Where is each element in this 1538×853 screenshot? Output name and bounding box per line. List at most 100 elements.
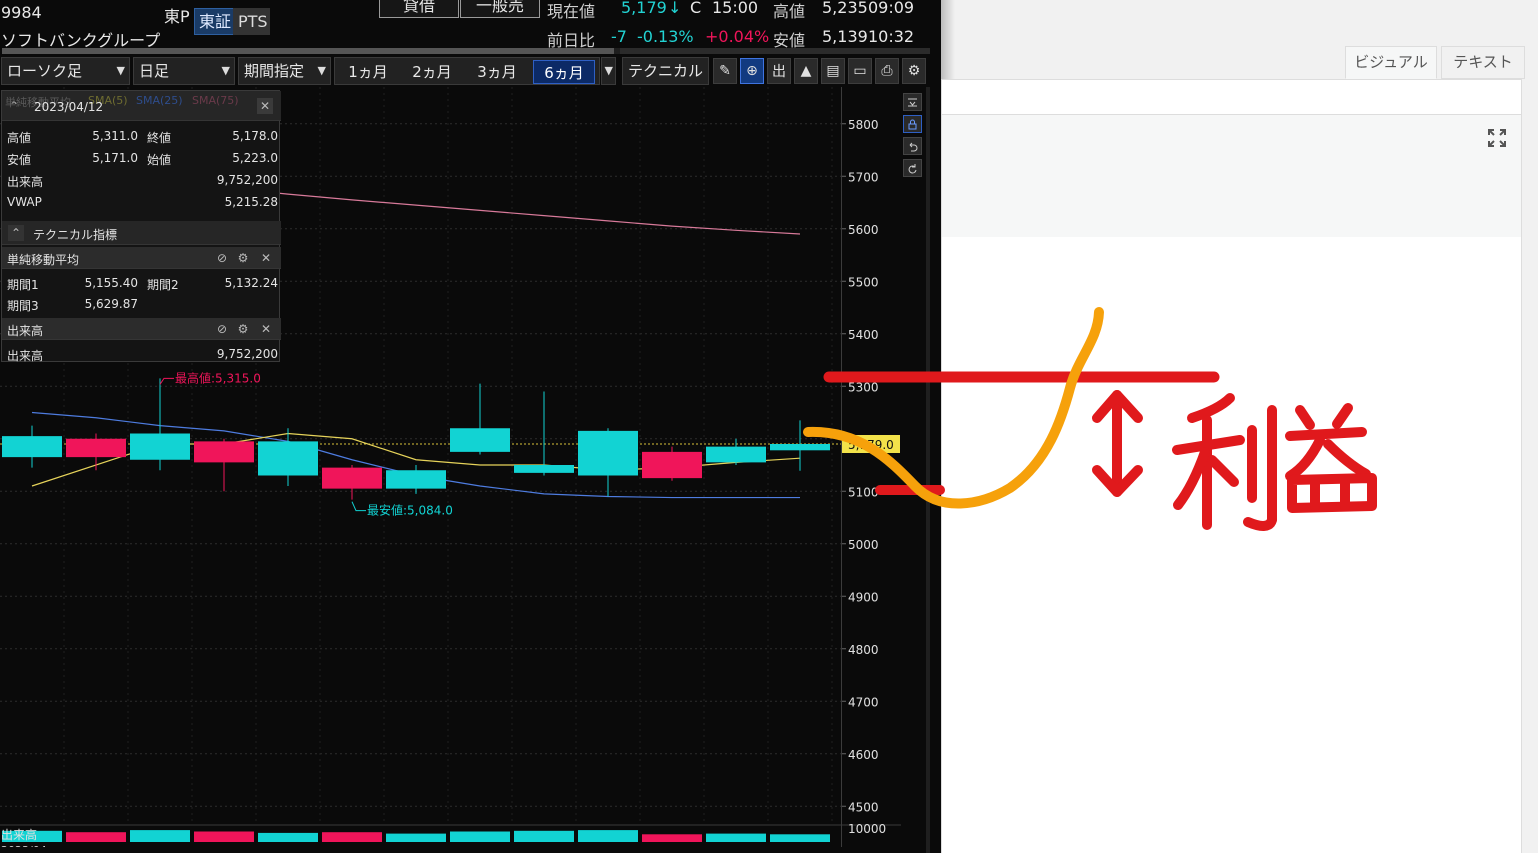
high-value: 5,235: [822, 0, 868, 17]
pts-change-percent: +0.04%: [705, 27, 770, 46]
candle-body[interactable]: [66, 438, 126, 458]
hide-icon[interactable]: ⊘: [214, 321, 230, 337]
volume-bar[interactable]: [386, 833, 446, 842]
save-icon[interactable]: ▤: [821, 58, 845, 84]
info-row-high-close: 高値 5,311.0 終値 5,178.0: [2, 124, 281, 146]
period3-label: 期間3: [7, 299, 39, 313]
candle-body[interactable]: [578, 430, 638, 476]
volume-icon[interactable]: 出: [767, 58, 791, 84]
candle-body[interactable]: [194, 441, 254, 463]
general-sell-button[interactable]: 一般売: [460, 0, 540, 18]
max-marker-icon: [159, 377, 174, 385]
candle-body[interactable]: [258, 441, 318, 476]
close-icon[interactable]: ✕: [257, 98, 273, 114]
chevron-down-icon: ▼: [604, 64, 613, 77]
low-label: 安値: [7, 153, 32, 167]
close-flag: C: [690, 0, 702, 17]
candle-body[interactable]: [2, 436, 62, 458]
header-scrollbar[interactable]: [2, 48, 930, 54]
folder-icon[interactable]: ▭: [848, 58, 872, 84]
period2-label: 期間2: [147, 278, 179, 292]
reset-icon[interactable]: [903, 159, 922, 177]
period1-value: 5,155.40: [84, 276, 138, 290]
axis-tick-label: 5800: [848, 118, 879, 132]
candle-body[interactable]: [642, 451, 702, 479]
high-value: 5,311.0: [92, 129, 138, 143]
gear-icon[interactable]: ⚙: [235, 321, 251, 337]
pencil-icon[interactable]: ✎: [713, 58, 737, 84]
range-1m[interactable]: 1ヵ月: [340, 60, 396, 84]
volume-bar[interactable]: [258, 832, 318, 842]
folder-icon-glyph: ▭: [853, 63, 867, 79]
area-chart-icon-glyph: ▲: [800, 63, 812, 79]
candle-body[interactable]: [386, 470, 446, 489]
min-price-label: 最安値:5,084.0: [367, 503, 453, 518]
axis-tick-label: 5400: [848, 328, 879, 342]
axis-tick-label: 4900: [848, 590, 879, 604]
pts-button[interactable]: PTS: [233, 8, 270, 35]
tab-visual[interactable]: ビジュアル: [1345, 46, 1437, 79]
collapse-up-icon[interactable]: ⌃: [8, 225, 24, 241]
expand-icon[interactable]: [1487, 128, 1507, 148]
candle-body[interactable]: [450, 428, 510, 452]
area-chart-icon[interactable]: ▲: [794, 58, 818, 84]
volume-bar[interactable]: [450, 831, 510, 843]
candle-body[interactable]: [130, 433, 190, 460]
candle-body[interactable]: [770, 444, 830, 451]
volume-bar[interactable]: [194, 831, 254, 843]
undo-icon[interactable]: [903, 137, 922, 155]
chevron-down-icon: ▼: [221, 64, 230, 77]
info-row-low-open: 安値 5,171.0 始値 5,223.0: [2, 146, 281, 168]
candle-body[interactable]: [322, 467, 382, 489]
volume-bar[interactable]: [706, 833, 766, 842]
volume-bar[interactable]: [578, 830, 638, 842]
range-dropdown[interactable]: ▼: [601, 57, 616, 85]
volume-bar[interactable]: [514, 830, 574, 842]
candle-body[interactable]: [706, 446, 766, 463]
axis-tick-label: 5500: [848, 275, 879, 289]
volume-bar[interactable]: [130, 830, 190, 842]
high-label: 高値: [773, 2, 806, 21]
editor-field[interactable]: [941, 79, 1522, 115]
close-icon[interactable]: ✕: [258, 250, 274, 266]
scroll-thumb[interactable]: [2, 48, 614, 54]
low-value: 5,171.0: [92, 151, 138, 165]
info-date-header: ⌃ 単純移動平均 SMA(5) SMA(25) SMA(75) 2023/04/…: [2, 91, 281, 121]
chart-type-select[interactable]: ローソク足 ▼: [1, 57, 130, 85]
volume-row-value: 9,752,200: [216, 347, 278, 361]
vwap-value: 5,215.28: [224, 195, 278, 209]
print-icon[interactable]: ⎙: [875, 58, 899, 84]
volume-bar[interactable]: [322, 832, 382, 842]
hide-icon[interactable]: ⊘: [214, 250, 230, 266]
lock-icon[interactable]: [903, 115, 922, 133]
axis-tick-label: 5600: [848, 223, 879, 237]
tse-button[interactable]: 東証: [194, 8, 237, 35]
volume-bar[interactable]: [770, 834, 830, 842]
range-6m[interactable]: 6ヵ月: [533, 60, 595, 84]
editor-pane: ビジュアル テキスト: [941, 0, 1538, 853]
pane-splitter[interactable]: [926, 87, 930, 853]
period-select[interactable]: 日足 ▼: [133, 57, 235, 85]
period3-value: 5,629.87: [84, 297, 138, 311]
tab-text[interactable]: テキスト: [1441, 46, 1525, 79]
gear-icon[interactable]: ⚙: [235, 250, 251, 266]
volume-bar[interactable]: [66, 832, 126, 842]
zoom-icon[interactable]: ⊕: [740, 58, 764, 84]
trading-window: 9984 ソフトバンクグループ 東P 東証 PTS 貸借 一般売 現在値 5,1…: [0, 0, 941, 853]
close-icon[interactable]: ✕: [258, 321, 274, 337]
editor-body[interactable]: [941, 237, 1522, 853]
scroll-track: [620, 48, 930, 54]
candle-body[interactable]: [514, 465, 574, 473]
collapse-icon[interactable]: [903, 93, 922, 111]
lend-button[interactable]: 貸借: [379, 0, 459, 18]
sma-header: 単純移動平均 ⊘ ⚙ ✕: [2, 247, 281, 269]
volume-bar[interactable]: [642, 834, 702, 842]
zoom-icon-glyph: ⊕: [746, 63, 758, 79]
range-2m[interactable]: 2ヵ月: [404, 60, 460, 84]
legend-sma75: SMA(75): [192, 94, 239, 107]
volume-row: 出来高 9,752,200: [2, 342, 281, 364]
range-mode-select[interactable]: 期間指定 ▼: [238, 57, 331, 85]
settings-icon[interactable]: ⚙: [902, 58, 926, 84]
range-3m[interactable]: 3ヵ月: [468, 60, 526, 84]
technical-button[interactable]: テクニカル: [622, 57, 709, 85]
